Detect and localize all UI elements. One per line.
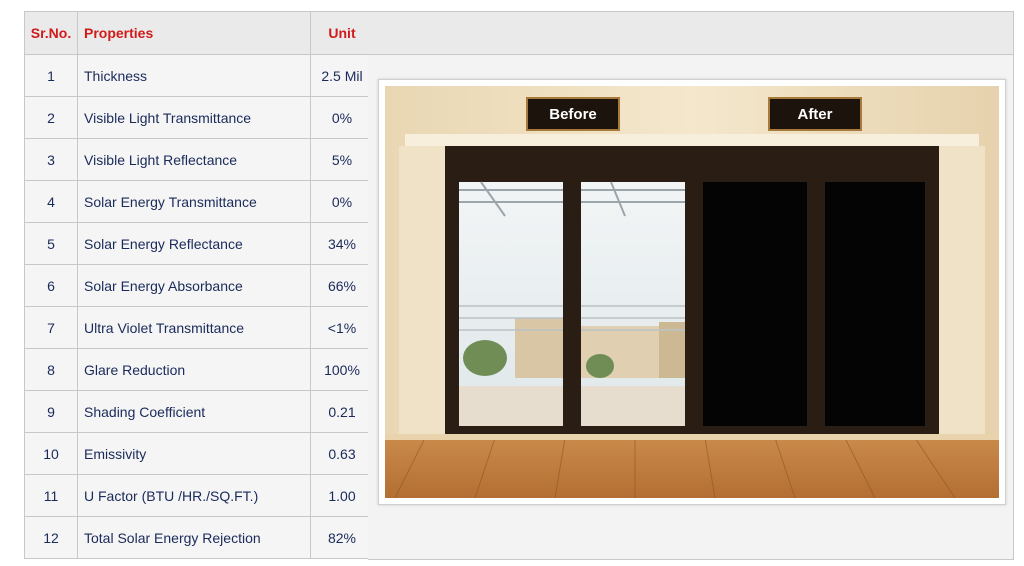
row-property: Visible Light Transmittance [77,96,311,139]
table-row: 8 Glare Reduction 100% [24,348,374,391]
baseboard [385,434,999,440]
after-label: After [768,97,862,131]
header-properties: Properties [77,11,311,55]
table-row: 9 Shading Coefficient 0.21 [24,390,374,433]
row-sr-no: 11 [24,474,78,517]
table-row: 12 Total Solar Energy Rejection 82% [24,516,374,559]
row-unit: 5% [310,138,374,181]
table-row: 1 Thickness 2.5 Mil [24,54,374,97]
row-sr-no: 7 [24,306,78,349]
before-label: Before [526,97,620,131]
row-property: Solar Energy Reflectance [77,222,311,265]
row-unit: 82% [310,516,374,559]
table-row: 4 Solar Energy Transmittance 0% [24,180,374,223]
row-sr-no: 6 [24,264,78,307]
image-panel: Before After [368,11,1014,560]
table-row: 10 Emissivity 0.63 [24,432,374,475]
row-sr-no: 2 [24,96,78,139]
before-label-text: Before [549,106,597,123]
mullion-3 [807,178,825,430]
before-after-photo: Before After [378,79,1006,505]
row-property: Ultra Violet Transmittance [77,306,311,349]
row-unit: 0% [310,180,374,223]
table-row: 5 Solar Energy Reflectance 34% [24,222,374,265]
right-pillar [939,146,985,452]
row-property: Solar Energy Transmittance [77,180,311,223]
row-property: Shading Coefficient [77,390,311,433]
table-row: 11 U Factor (BTU /HR./SQ.FT.) 1.00 [24,474,374,517]
row-sr-no: 8 [24,348,78,391]
row-property: Total Solar Energy Rejection [77,516,311,559]
row-sr-no: 12 [24,516,78,559]
row-property: Glare Reduction [77,348,311,391]
tree-right [586,354,614,378]
row-unit: 66% [310,264,374,307]
table-row: 7 Ultra Violet Transmittance <1% [24,306,374,349]
row-unit: 0.63 [310,432,374,475]
after-glass-right [825,182,925,426]
row-unit: 0.21 [310,390,374,433]
table-body: 1 Thickness 2.5 Mil 2 Visible Light Transmit… [24,54,374,559]
properties-table: Sr.No. Properties Unit 1 Thickness 2.5 Mil… [24,11,374,559]
table-row: 6 Solar Energy Absorbance 66% [24,264,374,307]
building-left [515,318,563,378]
after-glass-left [703,182,807,426]
balcony-right [581,386,685,426]
wooden-floor [385,438,999,498]
after-label-text: After [797,106,832,123]
table-header-row: Sr.No. Properties Unit [24,11,374,55]
row-sr-no: 1 [24,54,78,97]
mullion-1 [563,178,581,430]
image-panel-header [368,11,1013,55]
row-unit: 0% [310,96,374,139]
row-property: Emissivity [77,432,311,475]
row-unit: 1.00 [310,474,374,517]
row-unit: <1% [310,306,374,349]
row-unit: 100% [310,348,374,391]
table-row: 2 Visible Light Transmittance 0% [24,96,374,139]
before-after-illustration: Before After [385,86,999,498]
page: Sr.No. Properties Unit 1 Thickness 2.5 Mil… [0,0,1024,566]
row-property: Visible Light Reflectance [77,138,311,181]
row-property: U Factor (BTU /HR./SQ.FT.) [77,474,311,517]
tree-left [463,340,507,376]
row-unit: 2.5 Mil [310,54,374,97]
row-sr-no: 3 [24,138,78,181]
balcony-left [459,386,563,426]
mullion-2 [685,178,703,430]
header-sr-no: Sr.No. [24,11,78,55]
row-sr-no: 10 [24,432,78,475]
left-margin [0,0,24,566]
header-unit: Unit [310,11,374,55]
row-sr-no: 5 [24,222,78,265]
row-property: Solar Energy Absorbance [77,264,311,307]
row-property: Thickness [77,54,311,97]
row-sr-no: 9 [24,390,78,433]
row-sr-no: 4 [24,180,78,223]
row-unit: 34% [310,222,374,265]
table-row: 3 Visible Light Reflectance 5% [24,138,374,181]
left-pillar [399,146,445,452]
